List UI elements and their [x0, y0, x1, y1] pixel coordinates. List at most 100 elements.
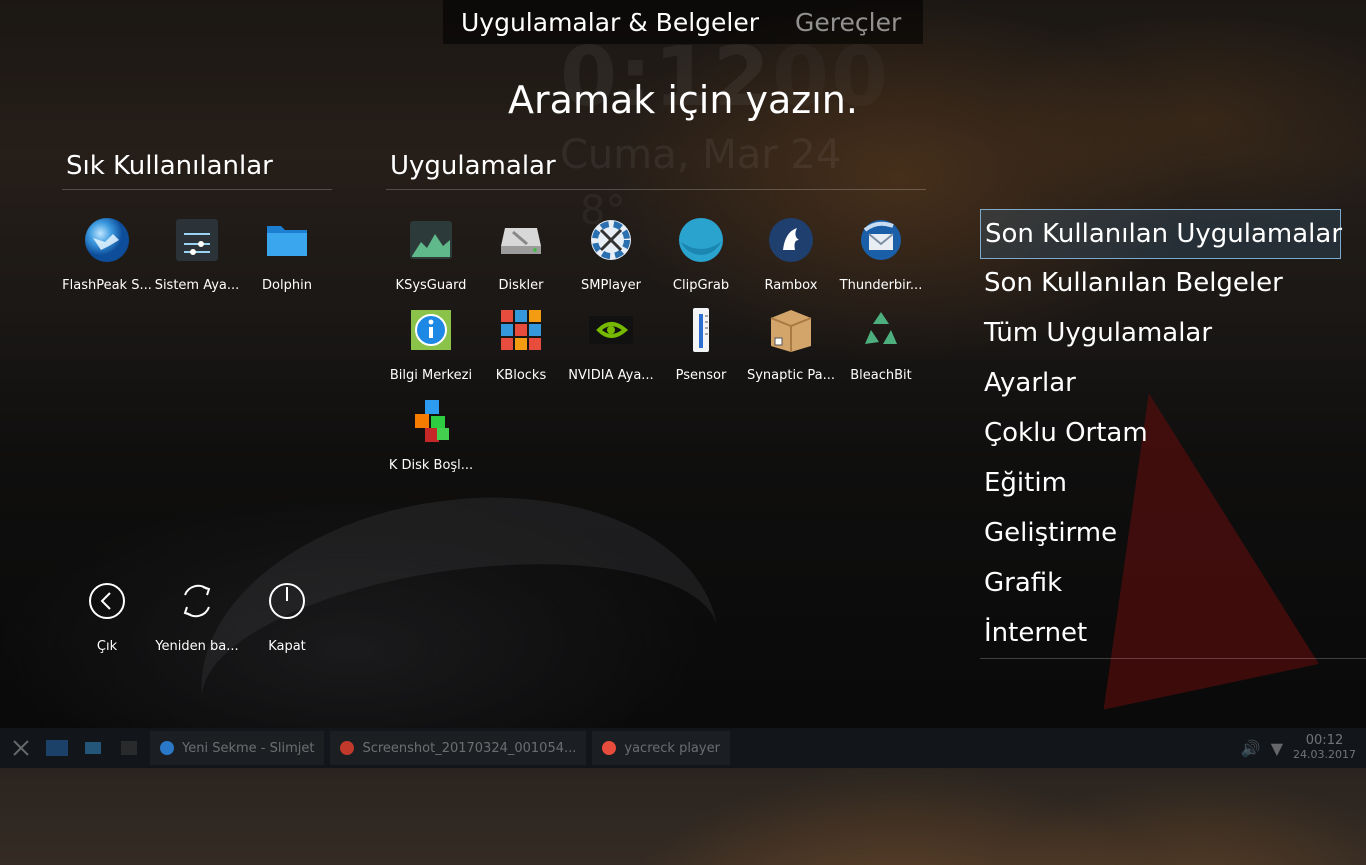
search-hint[interactable]: Aramak için yazın. [0, 78, 1366, 122]
favorite-dolphin[interactable]: Dolphin [242, 208, 332, 298]
shutdown-label: Kapat [268, 639, 306, 654]
category-all-applications[interactable]: Tüm Uygulamalar [980, 309, 1341, 359]
app-label: KBlocks [495, 368, 547, 383]
ksysguard-icon [407, 216, 455, 264]
recycle-icon [857, 306, 905, 354]
task-media-player[interactable]: yacreck player [592, 731, 730, 765]
volume-icon[interactable]: 🔊 [1241, 739, 1261, 758]
app-synaptic[interactable]: Synaptic Pa... [746, 298, 836, 388]
applications-title: Uygulamalar [390, 151, 556, 181]
app-info-center[interactable]: Bilgi Merkezi [386, 298, 476, 388]
rambox-icon [767, 216, 815, 264]
app-k-disk-free[interactable]: K Disk Boşl... [386, 388, 476, 478]
app-bleachbit[interactable]: BleachBit [836, 298, 926, 388]
category-graphics[interactable]: Grafik [980, 559, 1341, 609]
category-development[interactable]: Geliştirme [980, 509, 1341, 559]
app-label: KSysGuard [395, 278, 467, 293]
disk-icon [497, 216, 545, 264]
applications-divider [386, 189, 926, 190]
app-label: Synaptic Pa... [746, 368, 835, 383]
task-screenshot[interactable]: Screenshot_20170324_001054... [330, 731, 587, 765]
browser-icon [160, 741, 174, 755]
pager-icon [46, 740, 68, 756]
category-education[interactable]: Eğitim [980, 459, 1341, 509]
taskbar-clock[interactable]: 00:12 24.03.2017 [1293, 734, 1356, 762]
kblocks-icon [497, 306, 545, 354]
app-label: Diskler [498, 278, 544, 293]
app-rambox[interactable]: Rambox [746, 208, 836, 298]
smplayer-icon [587, 216, 635, 264]
category-internet[interactable]: İnternet [980, 609, 1341, 659]
quicklaunch-files[interactable] [78, 733, 108, 763]
media-player-icon [602, 741, 617, 755]
clipgrab-icon [677, 216, 725, 264]
terminal-icon [121, 741, 137, 755]
kde-logo-icon [13, 740, 29, 756]
favorite-label: FlashPeak S... [62, 278, 152, 293]
app-kblocks[interactable]: KBlocks [476, 298, 566, 388]
app-label: ClipGrab [672, 278, 730, 293]
files-icon [85, 742, 101, 754]
app-label: Rambox [764, 278, 818, 293]
favorite-flashpeak[interactable]: FlashPeak S... [62, 208, 152, 298]
app-label: BleachBit [850, 368, 912, 383]
category-list: Son Kullanılan Uygulamalar Son Kullanıla… [980, 209, 1366, 659]
app-thunderbird[interactable]: Thunderbir... [836, 208, 926, 298]
folder-icon [263, 216, 311, 264]
app-psensor[interactable]: Psensor [656, 298, 746, 388]
task-label: Yeni Sekme - Slimjet [182, 740, 315, 756]
info-icon [407, 306, 455, 354]
app-clipgrab[interactable]: ClipGrab [656, 208, 746, 298]
thunderbird-icon [857, 216, 905, 264]
logout-label: Çık [96, 639, 118, 654]
favorite-label: Dolphin [262, 278, 312, 293]
app-ksysguard[interactable]: KSysGuard [386, 208, 476, 298]
desktop-pager[interactable] [42, 733, 72, 763]
network-icon[interactable]: ▼ [1271, 739, 1283, 758]
nvidia-icon [587, 306, 635, 354]
restart-button[interactable]: Yeniden ba... [152, 581, 242, 671]
app-label: Psensor [675, 368, 727, 383]
category-settings[interactable]: Ayarlar [980, 359, 1341, 409]
favorite-label: Sistem Aya... [154, 278, 240, 293]
logout-button[interactable]: Çık [62, 581, 152, 671]
task-browser[interactable]: Yeni Sekme - Slimjet [150, 731, 325, 765]
globe-icon [83, 216, 131, 264]
package-box-icon [767, 306, 815, 354]
tab-widgets[interactable]: Gereçler [795, 8, 901, 37]
app-label: Thunderbir... [839, 278, 923, 293]
cubes-icon [407, 396, 455, 444]
favorites-title: Sık Kullanılanlar [66, 151, 273, 181]
app-smplayer[interactable]: SMPlayer [566, 208, 656, 298]
app-disks[interactable]: Diskler [476, 208, 566, 298]
logout-arrow-icon [87, 581, 127, 621]
clock-date: 24.03.2017 [1293, 748, 1356, 761]
favorites-divider [62, 189, 332, 190]
launcher-tab-bar: Uygulamalar & Belgeler Gereçler [443, 0, 923, 44]
launcher-button[interactable] [6, 733, 36, 763]
task-label: Screenshot_20170324_001054... [362, 740, 577, 756]
favorite-system-settings[interactable]: Sistem Aya... [152, 208, 242, 298]
task-label: yacreck player [624, 740, 720, 756]
system-tray: 🔊 ▼ 00:12 24.03.2017 [1241, 734, 1366, 762]
thermometer-icon [677, 306, 725, 354]
category-multimedia[interactable]: Çoklu Ortam [980, 409, 1341, 459]
restart-label: Yeniden ba... [155, 639, 239, 654]
app-nvidia-settings[interactable]: NVIDIA Aya... [566, 298, 656, 388]
screenshot-icon [340, 741, 355, 755]
quicklaunch-terminal[interactable] [114, 733, 144, 763]
category-divider [980, 658, 1366, 659]
shutdown-button[interactable]: Kapat [242, 581, 332, 671]
tab-applications-documents[interactable]: Uygulamalar & Belgeler [461, 8, 759, 37]
app-label: SMPlayer [581, 278, 641, 293]
clock-time: 00:12 [1305, 733, 1344, 748]
app-label: Bilgi Merkezi [389, 368, 473, 383]
category-recent-documents[interactable]: Son Kullanılan Belgeler [980, 259, 1341, 309]
app-label: K Disk Boşl... [388, 458, 474, 473]
category-recent-apps[interactable]: Son Kullanılan Uygulamalar [980, 209, 1342, 259]
restart-icon [177, 581, 217, 621]
settings-sliders-icon [173, 216, 221, 264]
power-icon [267, 581, 307, 621]
taskbar: Yeni Sekme - Slimjet Screenshot_20170324… [0, 728, 1366, 768]
desktop-date-widget: Cuma, Mar 24 [560, 132, 842, 178]
